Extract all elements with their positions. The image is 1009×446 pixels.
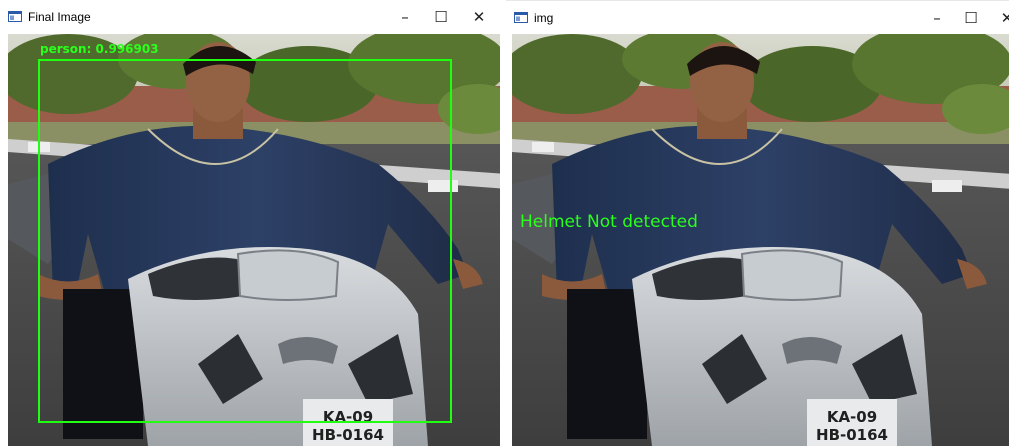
close-icon: ✕ xyxy=(1000,9,1009,27)
close-button[interactable]: ✕ xyxy=(994,7,1009,29)
person-bounding-box xyxy=(38,59,452,423)
person-detection-label: person: 0.996903 xyxy=(40,42,159,56)
helmet-status-label: Helmet Not detected xyxy=(520,212,698,232)
minimize-icon: – xyxy=(933,9,941,27)
minimize-button[interactable]: – xyxy=(924,7,950,29)
window-title: img xyxy=(534,11,554,25)
window-title: Final Image xyxy=(28,10,91,24)
minimize-icon: – xyxy=(401,8,409,26)
close-icon: ✕ xyxy=(472,8,486,26)
plate-line-2: HB-0164 xyxy=(816,426,888,444)
img-window[interactable]: img – ☐ ✕ KA-09 HB-0164 Helmet Not detec… xyxy=(506,0,1009,446)
window-app-icon xyxy=(514,12,528,23)
title-bar[interactable]: Final Image – ☐ ✕ xyxy=(0,0,500,34)
maximize-button[interactable]: ☐ xyxy=(958,7,984,29)
title-bar[interactable]: img – ☐ ✕ xyxy=(506,0,1009,35)
final-image-window[interactable]: Final Image – ☐ ✕ KA-09 HB-0164 person: … xyxy=(0,0,500,446)
maximize-icon: ☐ xyxy=(434,8,448,26)
plate-line-1: KA-09 xyxy=(827,408,877,426)
maximize-button[interactable]: ☐ xyxy=(428,6,454,28)
close-button[interactable]: ✕ xyxy=(466,6,492,28)
plate-line-2: HB-0164 xyxy=(312,426,384,444)
image-viewport: KA-09 HB-0164 person: 0.996903 xyxy=(8,34,500,446)
window-app-icon xyxy=(8,11,22,22)
maximize-icon: ☐ xyxy=(964,9,978,27)
image-viewport: KA-09 HB-0164 Helmet Not detected xyxy=(512,34,1009,446)
scene-image: KA-09 HB-0164 xyxy=(512,34,1009,446)
minimize-button[interactable]: – xyxy=(392,6,418,28)
